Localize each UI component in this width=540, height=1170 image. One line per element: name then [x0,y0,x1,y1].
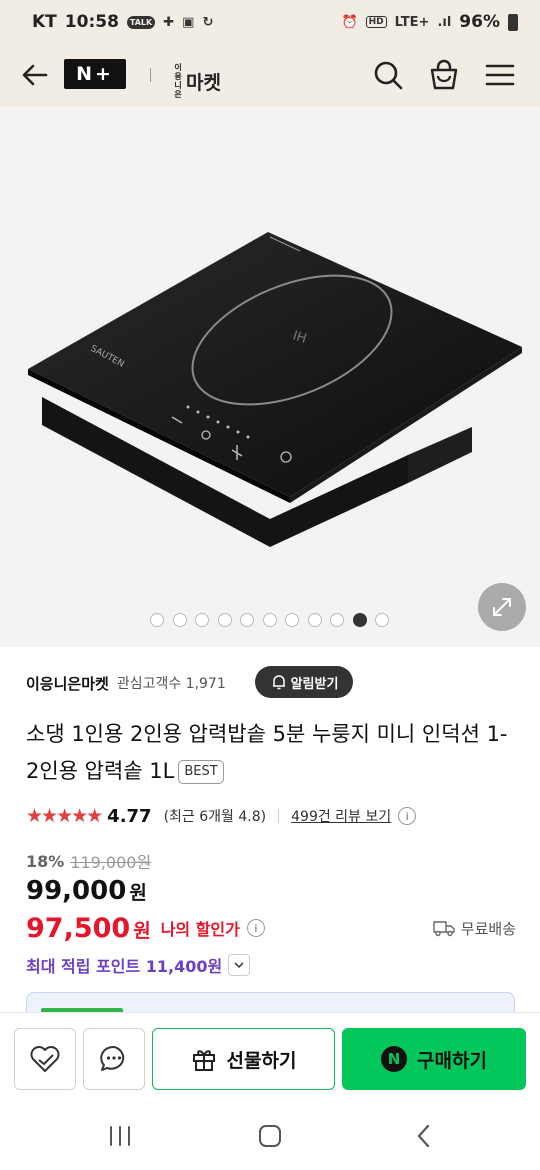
bell-plus-icon [272,675,285,690]
discount-row: 18% 119,000원 [26,849,151,873]
talktalk-button[interactable] [83,1028,145,1090]
my-price-unit: 원 [133,919,151,942]
my-price-label: 나의 할인가 [160,920,240,939]
gift-icon [192,1050,215,1071]
product-title: 소댕 1인용 2인용 압력밥솥 5분 누룽지 미니 인덕션 1-2인용 압력솥 … [26,716,516,790]
back-arrow-icon[interactable] [18,58,52,92]
shipping-label: 무료배송 [460,919,516,938]
sale-price-value: 99,000 [26,876,127,906]
buy-button[interactable]: N 구매하기 [342,1028,526,1090]
induction-cooktop-image: IH SAUTEN [28,232,522,547]
alarm-clock-icon: ⏰ [341,14,358,30]
gift-button[interactable]: 선물하기 [152,1028,335,1090]
sync-icon: ↻ [202,14,214,30]
expand-icon [493,598,511,616]
header-divider [150,68,151,82]
shipping-info: 무료배송 [433,918,516,939]
naver-plus-logo[interactable]: N+ [64,59,126,89]
gallery-dot[interactable] [240,613,254,627]
gallery-icon: ▣ [182,14,195,30]
status-bar: KT 10:58 TALK ✚ ▣ ↻ ⏰ HD LTE+ .ıl 96% [0,0,540,44]
sale-price-unit: 원 [129,882,147,904]
store-logo-small-text: 이응니은 [174,63,182,99]
product-image-gallery[interactable]: IH SAUTEN [0,107,540,647]
heart-check-icon [30,1046,60,1072]
store-logo[interactable]: 이응니은 마켓 [172,63,221,99]
home-icon[interactable] [256,1124,284,1148]
gallery-dot[interactable] [195,613,209,627]
store-logo-main-text: 마켓 [186,71,221,94]
gallery-dot[interactable] [172,613,187,627]
gallery-dot[interactable] [150,613,164,627]
gallery-dot[interactable] [375,613,389,627]
carrier-label: KT [32,12,57,32]
recent-apps-icon[interactable] [106,1124,134,1148]
battery-icon [508,13,518,31]
system-back-icon[interactable] [410,1124,438,1148]
network-type-icon: LTE+ [394,14,430,30]
my-price-row: 97,500 원 나의 할인가 i 무료배송 [26,910,516,946]
notification-subscribe-label: 알림받기 [290,676,339,692]
rating-score: 4.77 [107,805,152,827]
gallery-dot[interactable] [307,613,322,627]
recent-rating: (최근 6개월 4.8) [163,809,267,825]
gallery-dot[interactable] [217,613,232,627]
shopping-bag-icon[interactable] [426,57,462,93]
followers-count: 관심고객수 1,971 [116,676,226,692]
gallery-dot[interactable] [352,613,367,627]
hd-voice-icon: HD [365,16,387,28]
rating-divider [278,809,280,823]
chevron-down-icon [228,954,251,976]
my-price-info-icon[interactable]: i [246,919,265,937]
gallery-pagination [150,613,389,627]
truck-icon [433,921,455,937]
sale-price: 99,000 원 [26,876,147,906]
best-badge: BEST [178,760,224,784]
store-info: 이응니은마켓 관심고객수 1,971 [26,670,226,696]
gallery-dot[interactable] [262,613,277,627]
product-title-text: 소댕 1인용 2인용 압력밥솥 5분 누룽지 미니 인덕션 1-2인용 압력솥 … [26,722,508,783]
kakaotalk-icon: TALK [126,15,156,29]
discount-rate: 18% [26,851,65,871]
pill-icon: ✚ [163,14,175,30]
notification-subscribe-button[interactable]: 알림받기 [255,666,353,698]
battery-percent: 96% [459,12,500,32]
store-name[interactable]: 이응니은마켓 [26,673,109,694]
info-icon[interactable]: i [398,807,417,825]
signal-icon: .ıl [437,14,452,30]
gallery-dot[interactable] [330,613,344,627]
naver-pay-icon: N [381,1046,408,1072]
buy-label: 구매하기 [417,1049,487,1072]
gallery-dot[interactable] [285,613,299,627]
expand-image-button[interactable] [478,583,526,631]
rating-row: ★★★★★ 4.77 (최근 6개월 4.8) 499건 리뷰 보기 i [26,803,417,829]
my-price-value: 97,500 [26,912,131,944]
system-navigation-bar [0,1102,540,1170]
max-points-label: 최대 적립 포인트 11,400원 [26,957,223,976]
clock: 10:58 [64,12,119,32]
gift-label: 선물하기 [226,1049,297,1072]
wishlist-button[interactable] [14,1028,76,1090]
my-discount-price: 97,500 원 [26,913,151,944]
bottom-action-bar: 선물하기 N 구매하기 [0,1012,540,1102]
star-rating-icon: ★★★★★ [26,805,103,827]
chat-bubble-icon [100,1045,125,1071]
original-price: 119,000원 [70,853,152,872]
search-icon[interactable] [370,57,406,93]
max-points-toggle[interactable]: 최대 적립 포인트 11,400원 [26,953,251,977]
reviews-link[interactable]: 499건 리뷰 보기 [291,806,391,826]
app-header: N+ 이응니은 마켓 [0,44,540,107]
menu-icon[interactable] [482,57,518,93]
